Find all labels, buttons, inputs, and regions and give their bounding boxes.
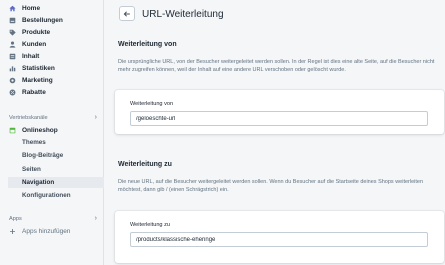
sales-channels-header: Vertriebskanäle › xyxy=(9,114,97,121)
nav-discounts[interactable]: Rabatte xyxy=(0,86,104,98)
subnav-blog-posts[interactable]: Blog-Beiträge xyxy=(22,150,104,161)
redirect-from-label: Weiterleitung von xyxy=(130,101,174,107)
subnav-themes-label: Themes xyxy=(22,139,46,146)
nav-discounts-label: Rabatte xyxy=(22,88,46,96)
chart-icon xyxy=(5,65,19,72)
content-icon xyxy=(5,53,19,60)
marketing-icon xyxy=(5,77,19,84)
redirect-to-label: Weiterleitung zu xyxy=(130,222,171,228)
redirect-to-description: Die neue URL, auf die Besucher weitergel… xyxy=(118,179,424,193)
redirect-from-input[interactable] xyxy=(130,111,428,126)
nav-content[interactable]: Inhalt xyxy=(0,50,104,62)
arrow-left-icon xyxy=(123,10,130,17)
main-content: URL-Weiterleitung Weiterleitung von Die … xyxy=(104,0,445,265)
redirect-from-title: Weiterleitung von xyxy=(118,41,177,48)
home-icon xyxy=(5,5,19,12)
sales-channels-label: Vertriebskanäle xyxy=(9,114,48,121)
add-apps-label: Apps hinzufügen xyxy=(22,227,71,235)
back-button[interactable] xyxy=(119,6,135,21)
chevron-right-icon[interactable]: › xyxy=(95,215,97,222)
nav-marketing[interactable]: Marketing xyxy=(0,74,104,86)
nav-products[interactable]: Produkte xyxy=(0,26,104,38)
nav-orders-label: Bestellungen xyxy=(22,16,63,24)
nav-online-store[interactable]: Onlineshop xyxy=(0,124,104,136)
nav-orders[interactable]: Bestellungen xyxy=(0,14,104,26)
nav-products-label: Produkte xyxy=(22,28,51,36)
redirect-to-input[interactable] xyxy=(130,232,428,247)
subnav-blog-posts-label: Blog-Beiträge xyxy=(22,152,64,159)
redirect-from-description: Die ursprüngliche URL, von der Besucher … xyxy=(118,59,435,73)
add-apps-link[interactable]: Apps hinzufügen xyxy=(0,225,104,237)
redirect-to-title: Weiterleitung zu xyxy=(118,161,172,168)
plus-icon xyxy=(5,228,19,235)
nav-customers[interactable]: Kunden xyxy=(0,38,104,50)
nav-marketing-label: Marketing xyxy=(22,76,53,84)
page-title: URL-Weiterleitung xyxy=(142,9,224,20)
orders-icon xyxy=(5,17,19,24)
nav-online-store-label: Onlineshop xyxy=(22,126,58,134)
nav-home[interactable]: Home xyxy=(0,2,104,14)
redirect-to-card: Weiterleitung zu xyxy=(115,211,444,263)
redirect-from-card: Weiterleitung von xyxy=(115,90,444,134)
nav-customers-label: Kunden xyxy=(22,40,47,48)
nav-home-label: Home xyxy=(22,4,41,12)
subnav-navigation-label: Navigation xyxy=(22,179,55,186)
chevron-right-icon[interactable]: › xyxy=(95,114,97,121)
subnav-preferences-label: Konfigurationen xyxy=(22,192,71,199)
nav-analytics[interactable]: Statistiken xyxy=(0,62,104,74)
tag-icon xyxy=(5,29,19,36)
subnav-pages-label: Seiten xyxy=(22,166,41,173)
nav-analytics-label: Statistiken xyxy=(22,64,55,72)
online-store-icon xyxy=(5,127,19,134)
discount-icon xyxy=(5,89,19,96)
person-icon xyxy=(5,41,19,48)
subnav-pages[interactable]: Seiten xyxy=(22,164,104,175)
apps-header: Apps › xyxy=(9,215,97,222)
subnav-preferences[interactable]: Konfigurationen xyxy=(22,190,104,201)
subnav-themes[interactable]: Themes xyxy=(22,137,104,148)
subnav-navigation[interactable]: Navigation xyxy=(8,177,104,188)
nav-content-label: Inhalt xyxy=(22,52,40,60)
apps-label: Apps xyxy=(9,215,22,222)
sidebar: Home Bestellungen Produkte Kunden Inhalt… xyxy=(0,0,104,265)
